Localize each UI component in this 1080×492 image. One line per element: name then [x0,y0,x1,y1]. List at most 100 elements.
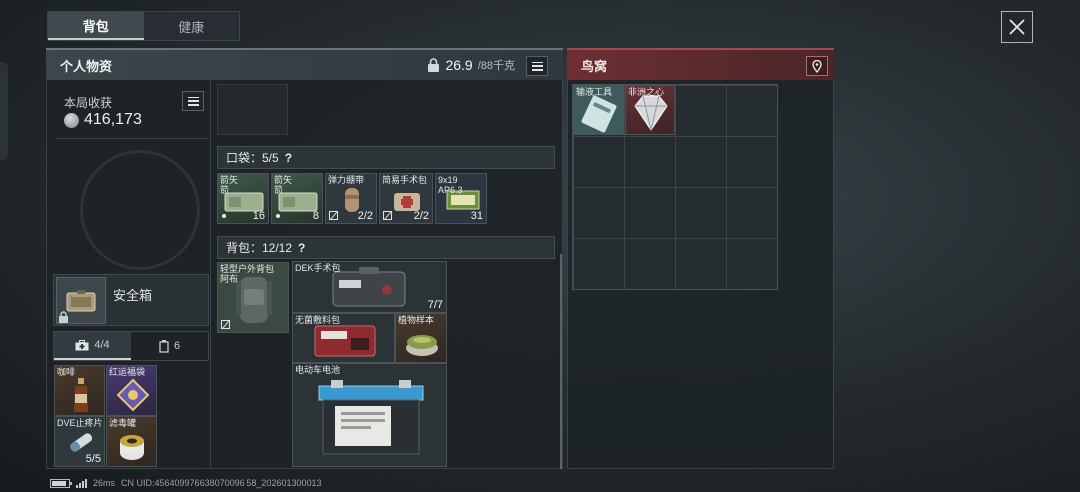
pocket-item-elastic-bandage[interactable]: 弹力绷带 2/2 [325,173,377,224]
harvest-label: 本局收获 [64,96,113,110]
item-label: 无菌敷料包 [295,315,341,325]
ping-text: 26ms [93,478,116,488]
backpack-item-ev-battery[interactable]: 电动车电池 [292,363,447,467]
panel-divider [210,80,211,469]
item-label: 滤毒罐 [109,418,137,428]
harvest-value: 416,173 [84,111,142,128]
pocket-item-9x19-ammo[interactable]: 9x19 AP6.3 31 [435,173,487,224]
item-label: DEK手术包 [295,263,341,273]
infusion-kit-icon [581,95,617,133]
weight-value: 26.9 [445,57,473,73]
plant-sample-icon [406,335,438,356]
diamond-icon [634,95,668,131]
item-label: 红运福袋 [109,367,146,377]
coffee-bottle-icon [74,378,88,412]
item-label: 植物样本 [398,315,435,325]
dressing-pack-icon [314,325,376,357]
backpack-item-plant-sample[interactable]: 植物样本 [395,313,447,363]
backpack-scrollbar[interactable] [560,254,562,469]
nest-title: 鸟窝 [581,58,608,74]
pocket-item-arrow-1[interactable]: 箭矢箭 16 [217,173,269,224]
item-label: 箭矢箭 [274,175,293,195]
item-count: 5/5 [85,453,101,465]
tab-backpack[interactable]: 背包 [48,12,144,40]
pocket-title: 口袋：5/5 [226,151,279,165]
personal-supplies-header: 个人物资 26.9 /88千克 [46,48,563,80]
subtab-canister-count: 6 [173,340,181,352]
item-label: 轻型户外背包 阿布 [220,264,275,284]
subtab-canister[interactable]: 6 [131,332,208,360]
personal-supplies-title: 个人物资 [60,58,113,74]
arrow-type-dot [276,214,280,218]
pocket-item-simple-surgery-kit[interactable]: 简易手术包 2/2 [379,173,433,224]
item-count: 8 [312,210,319,222]
nest-item-heart-of-africa[interactable]: 非洲之心 [625,85,675,135]
equipped-backpack-slot[interactable]: 轻型户外背包 阿布 [217,262,289,333]
durability-icon [221,320,230,329]
item-label: DVE止疼片 [57,418,103,428]
pocket-item-arrow-2[interactable]: 箭矢箭 8 [271,173,323,224]
car-battery-icon [318,380,424,455]
backpack-title: 背包：12/12 [226,241,293,255]
tab-health[interactable]: 健康 [144,12,240,40]
signal-icon [76,478,87,488]
backpack-section-header: 背包：12/12 ? [217,236,555,259]
painkiller-tube-icon [70,433,93,452]
item-label: 简易手术包 [382,175,428,185]
weight-max: /88千克 [477,60,515,72]
inventory-list-button[interactable] [526,56,548,76]
status-bar: 26ms CN UID:456409976638070096 58_202601… [50,478,322,488]
list-icon [531,61,543,71]
dek-surgery-kit-icon [332,267,406,307]
item-label: 输液工具 [576,87,613,97]
coin-icon [64,113,79,128]
side-drawer-handle[interactable] [0,62,8,160]
filter-canister-icon [120,435,144,460]
durability-icon [329,211,338,220]
lock-icon [59,311,68,323]
emblem-watermark [80,150,200,270]
canister-icon [159,339,169,353]
durability-icon [383,211,392,220]
location-pin-icon [812,59,822,73]
backpack-item-sterile-dressing[interactable]: 无菌敷料包 [292,313,395,363]
subtab-medkit[interactable]: 4/4 [54,332,131,360]
item-count: 7/7 [427,299,443,311]
nest-item-infusion-kit[interactable]: 输液工具 [573,85,624,135]
battery-icon [50,478,72,488]
close-button[interactable] [1001,11,1033,43]
weight-lock-icon [428,58,440,72]
harvest-list-button[interactable] [182,91,204,111]
safebox-item-lucky-bag[interactable]: 红运福袋 [106,365,157,416]
backpack-item-dek-surgery-kit[interactable]: DEK手术包 7/7 [292,261,447,313]
close-icon [1009,19,1025,35]
uid-text: CN UID:456409976638070096 58_20260130001… [121,478,322,488]
safebox-item-filter-canister[interactable]: 滤毒罐 [106,416,157,467]
item-count: 2/2 [413,210,429,222]
safebox-item-coffee[interactable]: 咖啡 [54,365,105,416]
lucky-bag-icon [116,378,150,412]
container-subtabs: 4/4 6 [53,331,209,361]
item-label: 电动车电池 [295,365,341,375]
arrow-type-dot [222,214,226,218]
nest-header: 鸟窝 [567,48,834,80]
pocket-section-header: 口袋：5/5 ? [217,146,555,169]
scrolled-item-slot[interactable] [217,84,288,135]
item-count: 16 [252,210,265,222]
safebox-icon [66,289,96,311]
safebox-item-painkiller[interactable]: DVE止疼片 5/5 [54,416,105,467]
medkit-icon [75,339,89,350]
subtab-medkit-count: 4/4 [94,339,110,351]
safebox-label: 安全箱 [113,288,153,303]
item-label: 非洲之心 [628,87,665,97]
item-label: 9x19 AP6.3 [438,175,463,195]
nest-location-button[interactable] [806,56,828,76]
backpack-help-icon[interactable]: ? [298,241,305,255]
item-count: 2/2 [357,210,373,222]
item-label: 咖啡 [57,367,76,377]
pocket-help-icon[interactable]: ? [285,151,292,165]
item-label: 箭矢箭 [220,175,239,195]
top-tabs: 背包 健康 [47,11,240,41]
weight-readout: 26.9 /88千克 [427,57,515,73]
item-label: 弹力绷带 [328,175,365,185]
